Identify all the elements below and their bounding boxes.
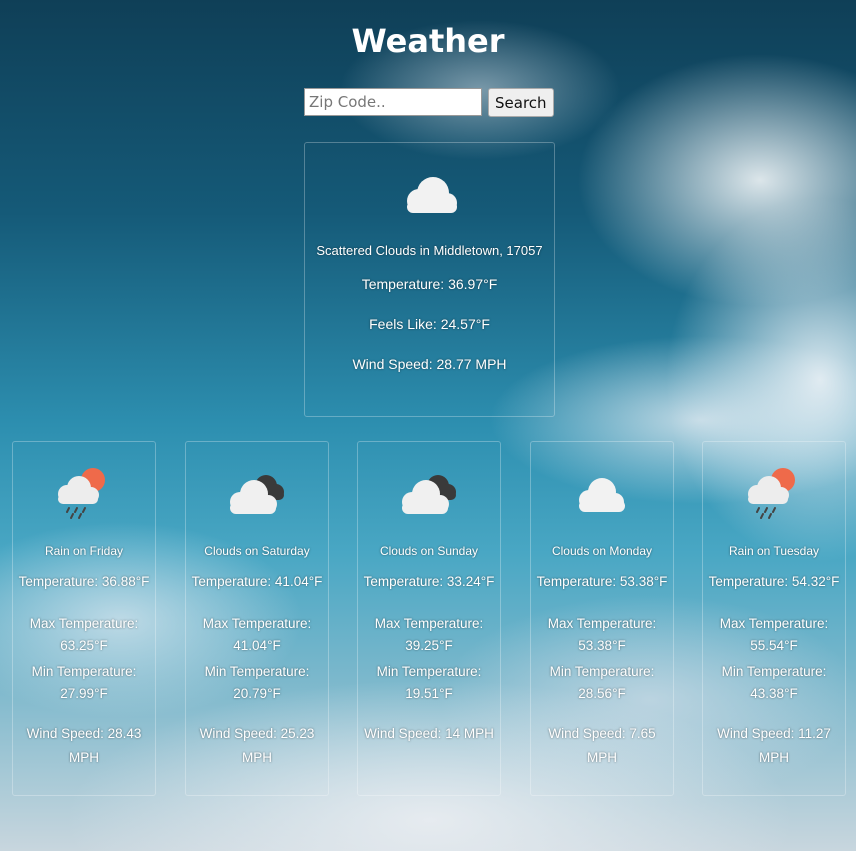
- forecast-card-saturday: Clouds on Saturday Temperature: 41.04°F …: [185, 441, 329, 796]
- forecast-min-value: 43.38°F: [750, 686, 798, 701]
- forecast-temperature: Temperature: 54.32°F: [708, 574, 840, 589]
- forecast-wind-unit: MPH: [587, 750, 617, 765]
- forecast-wind-speed: Wind Speed: 7.65: [548, 726, 656, 741]
- forecast-wind-speed: Wind Speed: 11.27: [717, 726, 831, 741]
- forecast-max-label: Max Temperature:: [719, 616, 829, 631]
- forecast-card-tuesday: Rain on Tuesday Temperature: 54.32°F Max…: [702, 441, 846, 796]
- forecast-condition: Rain on Tuesday: [728, 544, 820, 558]
- forecast-max-label: Max Temperature:: [202, 616, 312, 631]
- forecast-min-label: Min Temperature:: [721, 664, 827, 679]
- forecast-wind-speed: Wind Speed: 28.43: [26, 726, 142, 741]
- forecast-temperature: Temperature: 41.04°F: [191, 574, 323, 589]
- forecast-condition: Clouds on Sunday: [379, 544, 479, 558]
- forecast-min-label: Min Temperature:: [549, 664, 655, 679]
- forecast-max-value: 41.04°F: [233, 638, 281, 653]
- current-temperature: Temperature: 36.97°F: [361, 276, 498, 292]
- search-button[interactable]: Search: [488, 88, 554, 117]
- forecast-min-value: 27.99°F: [60, 686, 108, 701]
- forecast-card-sunday: Clouds on Sunday Temperature: 33.24°F Ma…: [357, 441, 501, 796]
- dark-clouds-icon: [402, 475, 456, 514]
- forecast-card-monday: Clouds on Monday Temperature: 53.38°F Ma…: [530, 441, 674, 796]
- zip-code-input[interactable]: [304, 88, 482, 116]
- forecast-min-value: 28.56°F: [578, 686, 626, 701]
- forecast-wind-speed: Wind Speed: 14 MPH: [364, 726, 494, 741]
- rain-sun-icon: [58, 468, 105, 519]
- page-title: Weather: [351, 22, 505, 60]
- dark-clouds-icon: [230, 475, 284, 514]
- forecast-max-value: 63.25°F: [60, 638, 108, 653]
- forecast-max-value: 55.54°F: [750, 638, 798, 653]
- forecast-condition: Clouds on Saturday: [204, 544, 310, 558]
- forecast-wind-unit: MPH: [69, 750, 99, 765]
- current-feels-like: Feels Like: 24.57°F: [369, 316, 490, 332]
- forecast-min-value: 19.51°F: [405, 686, 453, 701]
- forecast-max-value: 53.38°F: [578, 638, 626, 653]
- current-wind-speed: Wind Speed: 28.77 MPH: [352, 356, 507, 372]
- forecast-min-label: Min Temperature:: [204, 664, 310, 679]
- forecast-condition: Clouds on Monday: [551, 544, 653, 558]
- forecast-min-label: Min Temperature:: [376, 664, 482, 679]
- forecast-temperature: Temperature: 36.88°F: [18, 574, 150, 589]
- forecast-temperature: Temperature: 33.24°F: [363, 574, 495, 589]
- forecast-condition: Rain on Friday: [44, 544, 124, 558]
- forecast-wind-unit: MPH: [242, 750, 272, 765]
- forecast-max-label: Max Temperature:: [374, 616, 484, 631]
- forecast-max-label: Max Temperature:: [547, 616, 657, 631]
- forecast-temperature: Temperature: 53.38°F: [536, 574, 668, 589]
- forecast-max-value: 39.25°F: [405, 638, 453, 653]
- current-condition: Scattered Clouds in Middletown, 17057: [316, 243, 543, 258]
- forecast-min-label: Min Temperature:: [31, 664, 137, 679]
- cloud-icon: [407, 177, 457, 213]
- forecast-wind-speed: Wind Speed: 25.23: [199, 726, 315, 741]
- search-bar: Search: [304, 88, 554, 117]
- cloud-icon: [579, 478, 625, 512]
- forecast-min-value: 20.79°F: [233, 686, 281, 701]
- rain-sun-icon: [748, 468, 795, 519]
- current-weather-card: Scattered Clouds in Middletown, 17057 Te…: [304, 142, 555, 417]
- forecast-wind-unit: MPH: [759, 750, 789, 765]
- forecast-max-label: Max Temperature:: [29, 616, 139, 631]
- forecast-card-friday: Rain on Friday Temperature: 36.88°F Max …: [12, 441, 156, 796]
